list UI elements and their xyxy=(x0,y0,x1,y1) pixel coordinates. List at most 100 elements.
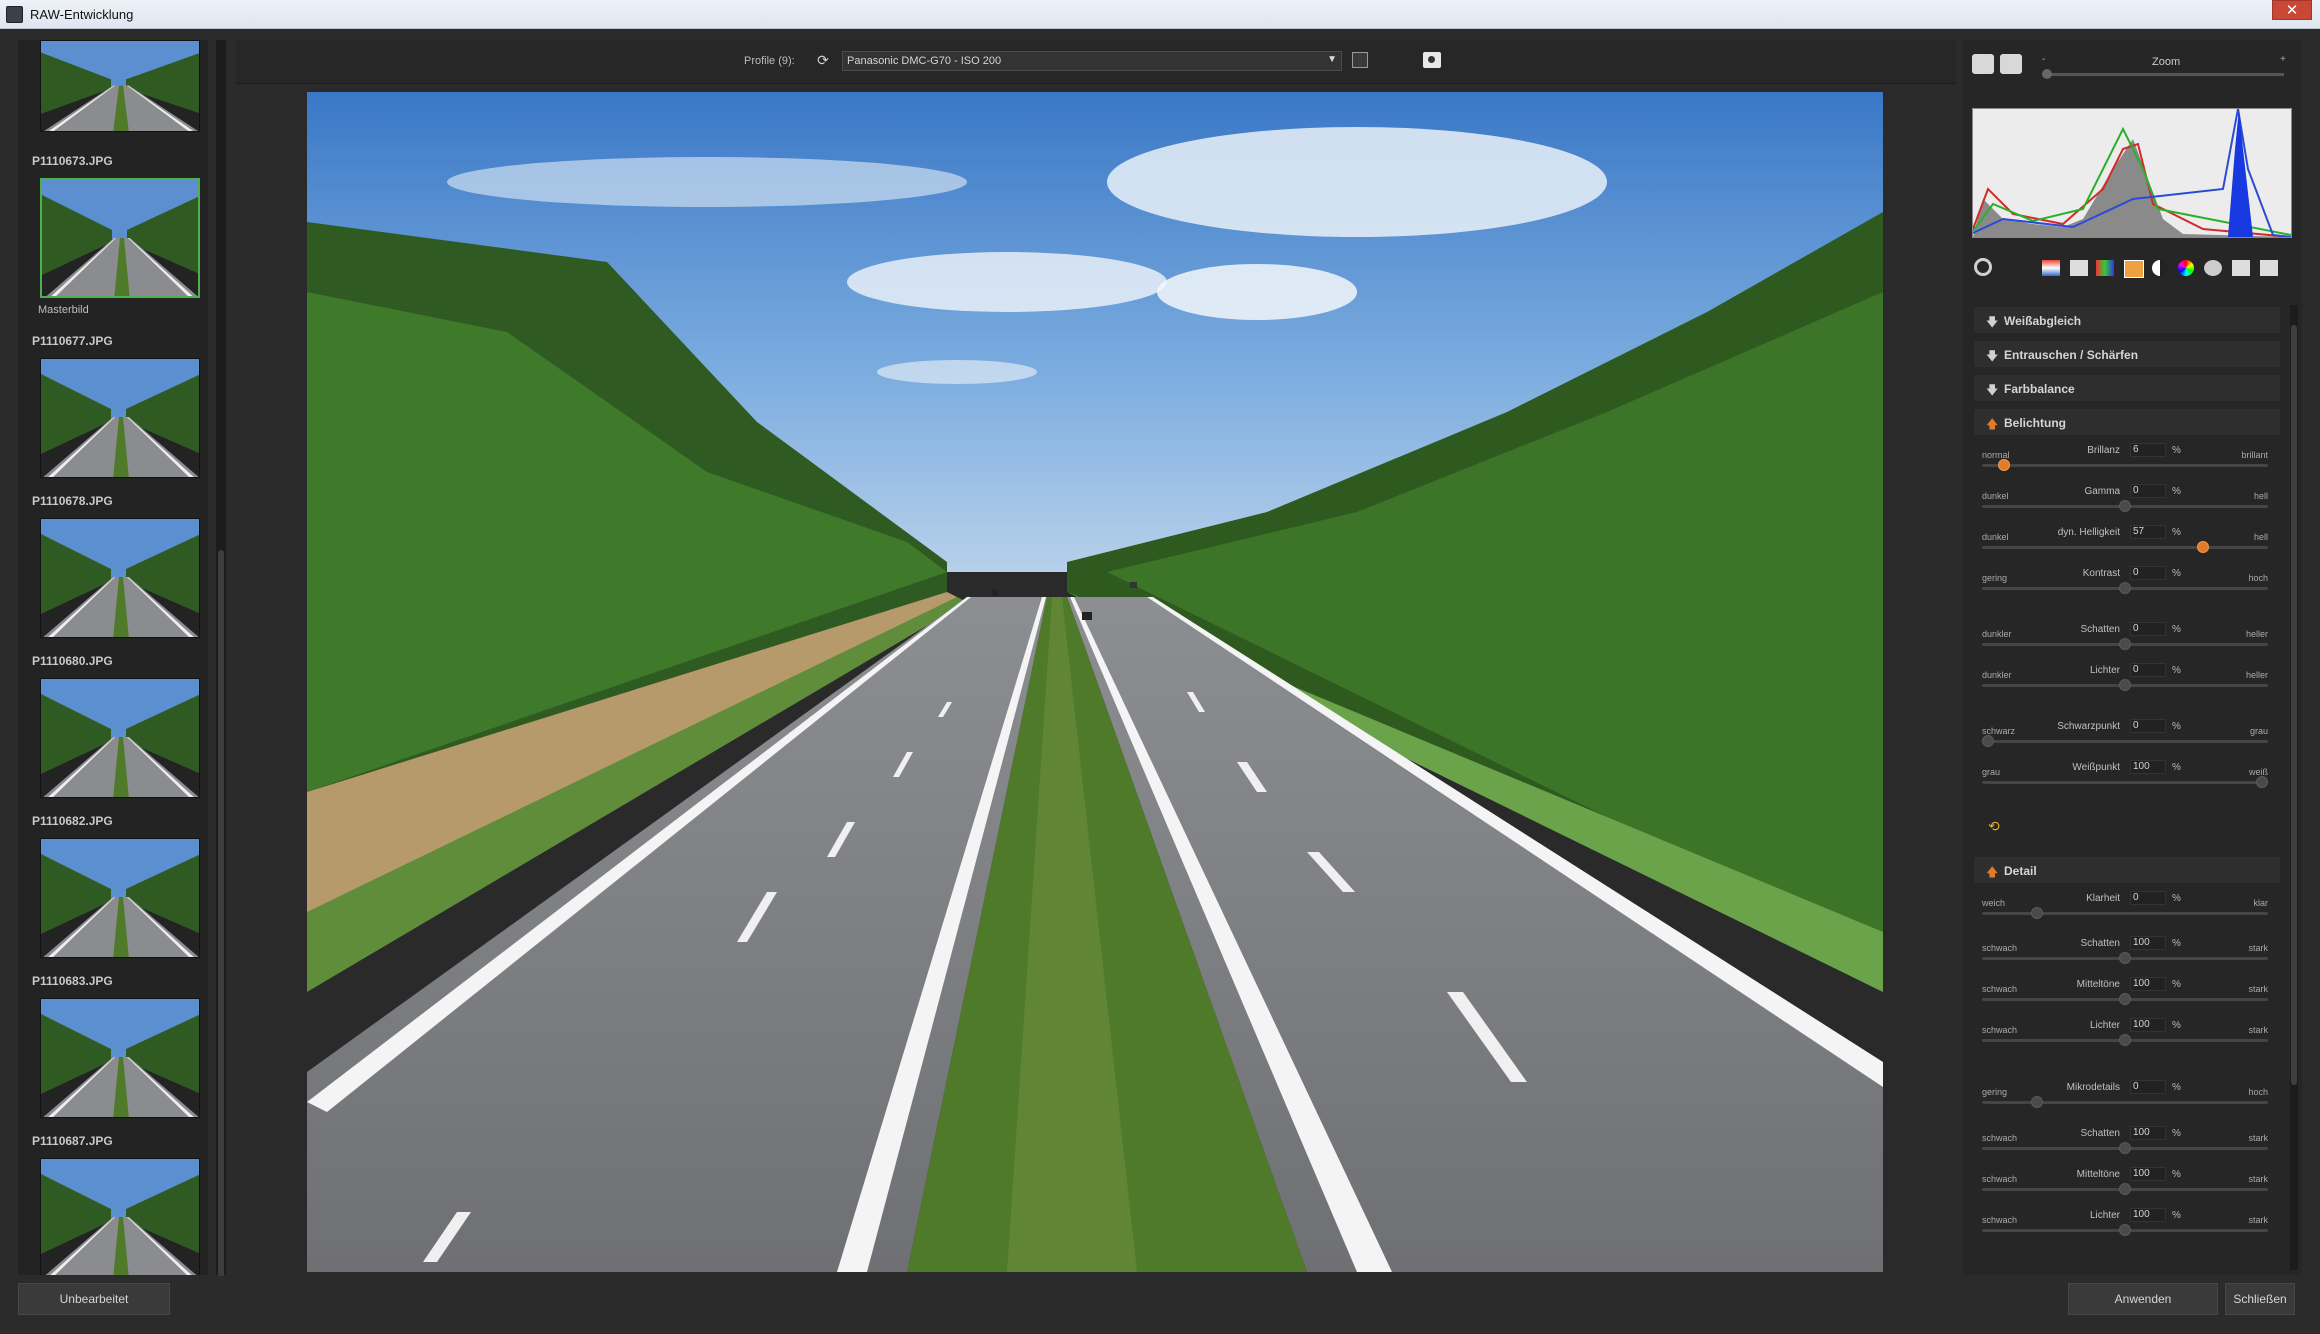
crop-tool-icon[interactable] xyxy=(2260,260,2278,276)
slider-row: schwach Lichter 100% stark xyxy=(1980,1205,2270,1239)
slider-value-input[interactable]: 100 xyxy=(2130,1126,2166,1140)
filmstrip-scrollbar[interactable] xyxy=(216,40,226,1280)
thumbnail-image[interactable] xyxy=(40,838,200,958)
slider-row: schwach Lichter 100% stark xyxy=(1980,1015,2270,1049)
unbearbeitet-button[interactable]: Unbearbeitet xyxy=(18,1283,170,1315)
slider-knob[interactable] xyxy=(2119,952,2131,964)
slider-value-input[interactable]: 0 xyxy=(2130,566,2166,580)
slider-knob[interactable] xyxy=(2119,638,2131,650)
slider-knob[interactable] xyxy=(2119,993,2131,1005)
slider-knob[interactable] xyxy=(2256,776,2268,788)
master-image-label: Masterbild xyxy=(38,304,89,316)
expand-arrow-icon: 🡇 xyxy=(1986,315,1999,329)
slider-row: gering Mikrodetails 0% hoch xyxy=(1980,1077,2270,1111)
scrollbar-thumb[interactable] xyxy=(218,550,224,1280)
zoom-minus[interactable]: - xyxy=(2042,54,2045,65)
slider-knob[interactable] xyxy=(2119,1183,2131,1195)
grid-tool-icon[interactable] xyxy=(2070,260,2088,276)
thumbnail-image[interactable] xyxy=(40,40,200,132)
zoom-slider-knob[interactable] xyxy=(2042,69,2052,79)
app-icon xyxy=(6,6,23,23)
slider-track[interactable] xyxy=(1982,781,2268,784)
slider-value-input[interactable]: 0 xyxy=(2130,484,2166,498)
schliessen-button[interactable]: Schließen xyxy=(2225,1283,2295,1315)
slider-value-input[interactable]: 100 xyxy=(2130,1167,2166,1181)
slider-value-input[interactable]: 0 xyxy=(2130,719,2166,733)
effects-tool-icon[interactable] xyxy=(2204,260,2222,276)
slider-knob[interactable] xyxy=(2031,907,2044,919)
slider-knob[interactable] xyxy=(2119,679,2131,691)
slider-value-input[interactable]: 0 xyxy=(2130,891,2166,905)
slider-value-input[interactable]: 0 xyxy=(2130,1080,2166,1094)
levels-tool-icon[interactable] xyxy=(2096,260,2114,276)
slider-unit: % xyxy=(2172,1128,2181,1139)
section-weissabgleich[interactable]: 🡇 Weißabgleich xyxy=(1974,307,2280,333)
section-farbbalance[interactable]: 🡇 Farbbalance xyxy=(1974,375,2280,401)
zoom-slider[interactable] xyxy=(2044,73,2284,76)
slider-value-input[interactable]: 6 xyxy=(2130,443,2166,457)
settings-gear-icon[interactable] xyxy=(1974,258,1992,276)
slider-value-input[interactable]: 100 xyxy=(2130,1018,2166,1032)
slider-max-label: hoch xyxy=(2248,1087,2268,1097)
window-title: RAW-Entwicklung xyxy=(30,7,134,22)
thumbnail-filename: P1110680.JPG xyxy=(32,654,113,668)
slider-value-input[interactable]: 0 xyxy=(2130,622,2166,636)
thumbnail-image[interactable] xyxy=(40,678,200,798)
thumbnail-image[interactable] xyxy=(40,1158,200,1275)
preview-toggle-icon[interactable] xyxy=(1972,54,1994,74)
slider-row: schwach Mitteltöne 100% stark xyxy=(1980,1164,2270,1198)
section-detail[interactable]: 🡅 Detail xyxy=(1974,857,2280,883)
save-profile-icon[interactable] xyxy=(1352,52,1368,68)
slider-value-input[interactable]: 100 xyxy=(2130,977,2166,991)
thumbnail-image[interactable] xyxy=(40,998,200,1118)
slider-value-input[interactable]: 57 xyxy=(2130,525,2166,539)
slider-row: gering Kontrast 0% hoch xyxy=(1980,563,2270,597)
thumbnail-filename: P1110682.JPG xyxy=(32,814,113,828)
slider-max-label: grau xyxy=(2249,726,2268,736)
slider-knob[interactable] xyxy=(2119,1142,2131,1154)
slider-value-input[interactable]: 100 xyxy=(2130,936,2166,950)
camera-icon[interactable] xyxy=(1423,52,1441,68)
slider-track[interactable] xyxy=(1982,740,2268,743)
compare-icon[interactable] xyxy=(2000,54,2022,74)
section-entrauschen[interactable]: 🡇 Entrauschen / Schärfen xyxy=(1974,341,2280,367)
thumbnail-image[interactable] xyxy=(40,178,200,298)
slider-knob[interactable] xyxy=(2119,1224,2131,1236)
slider-unit: % xyxy=(2172,938,2181,949)
thumbnail-image[interactable] xyxy=(40,518,200,638)
slider-name: Schatten xyxy=(2080,624,2120,635)
slider-knob[interactable] xyxy=(2197,541,2210,553)
slider-track[interactable] xyxy=(1982,1101,2268,1104)
section-belichtung[interactable]: 🡅 Belichtung xyxy=(1974,409,2280,435)
slider-knob[interactable] xyxy=(2119,582,2131,594)
zoom-plus[interactable]: + xyxy=(2280,54,2286,65)
profile-select[interactable]: Panasonic DMC-G70 - ISO 200 ▼ xyxy=(842,51,1342,71)
color-wheel-icon[interactable] xyxy=(2178,260,2194,276)
camera-tool-icon[interactable] xyxy=(2232,260,2250,276)
zoom-label: Zoom xyxy=(2152,56,2181,68)
slider-value-input[interactable]: 100 xyxy=(2130,1208,2166,1222)
slider-track[interactable] xyxy=(1982,464,2268,467)
slider-track[interactable] xyxy=(1982,546,2268,549)
wb-tool-icon[interactable] xyxy=(2042,260,2060,276)
anwenden-button[interactable]: Anwenden xyxy=(2068,1283,2218,1315)
reset-exposure-icon[interactable]: ⟲ xyxy=(1988,818,2000,835)
slider-knob[interactable] xyxy=(1998,459,2011,471)
slider-knob[interactable] xyxy=(1982,735,1994,747)
slider-value-input[interactable]: 0 xyxy=(2130,663,2166,677)
contrast-tool-icon[interactable] xyxy=(2152,260,2168,276)
panel-scrollbar[interactable] xyxy=(2290,305,2298,1270)
slider-knob[interactable] xyxy=(2119,500,2131,512)
profile-refresh-icon[interactable]: ⟳ xyxy=(814,52,832,70)
thumbnail-filename: P1110673.JPG xyxy=(32,154,113,168)
exposure-tool-icon[interactable] xyxy=(2124,260,2144,278)
thumbnail-image[interactable] xyxy=(40,358,200,478)
close-window-button[interactable]: ✕ xyxy=(2272,0,2312,20)
slider-row: schwach Mitteltöne 100% stark xyxy=(1980,974,2270,1008)
section-label: Weißabgleich xyxy=(2004,314,2082,328)
slider-knob[interactable] xyxy=(2031,1096,2044,1108)
slider-knob[interactable] xyxy=(2119,1034,2131,1046)
slider-track[interactable] xyxy=(1982,912,2268,915)
preview-image[interactable] xyxy=(307,92,1883,1272)
slider-value-input[interactable]: 100 xyxy=(2130,760,2166,774)
